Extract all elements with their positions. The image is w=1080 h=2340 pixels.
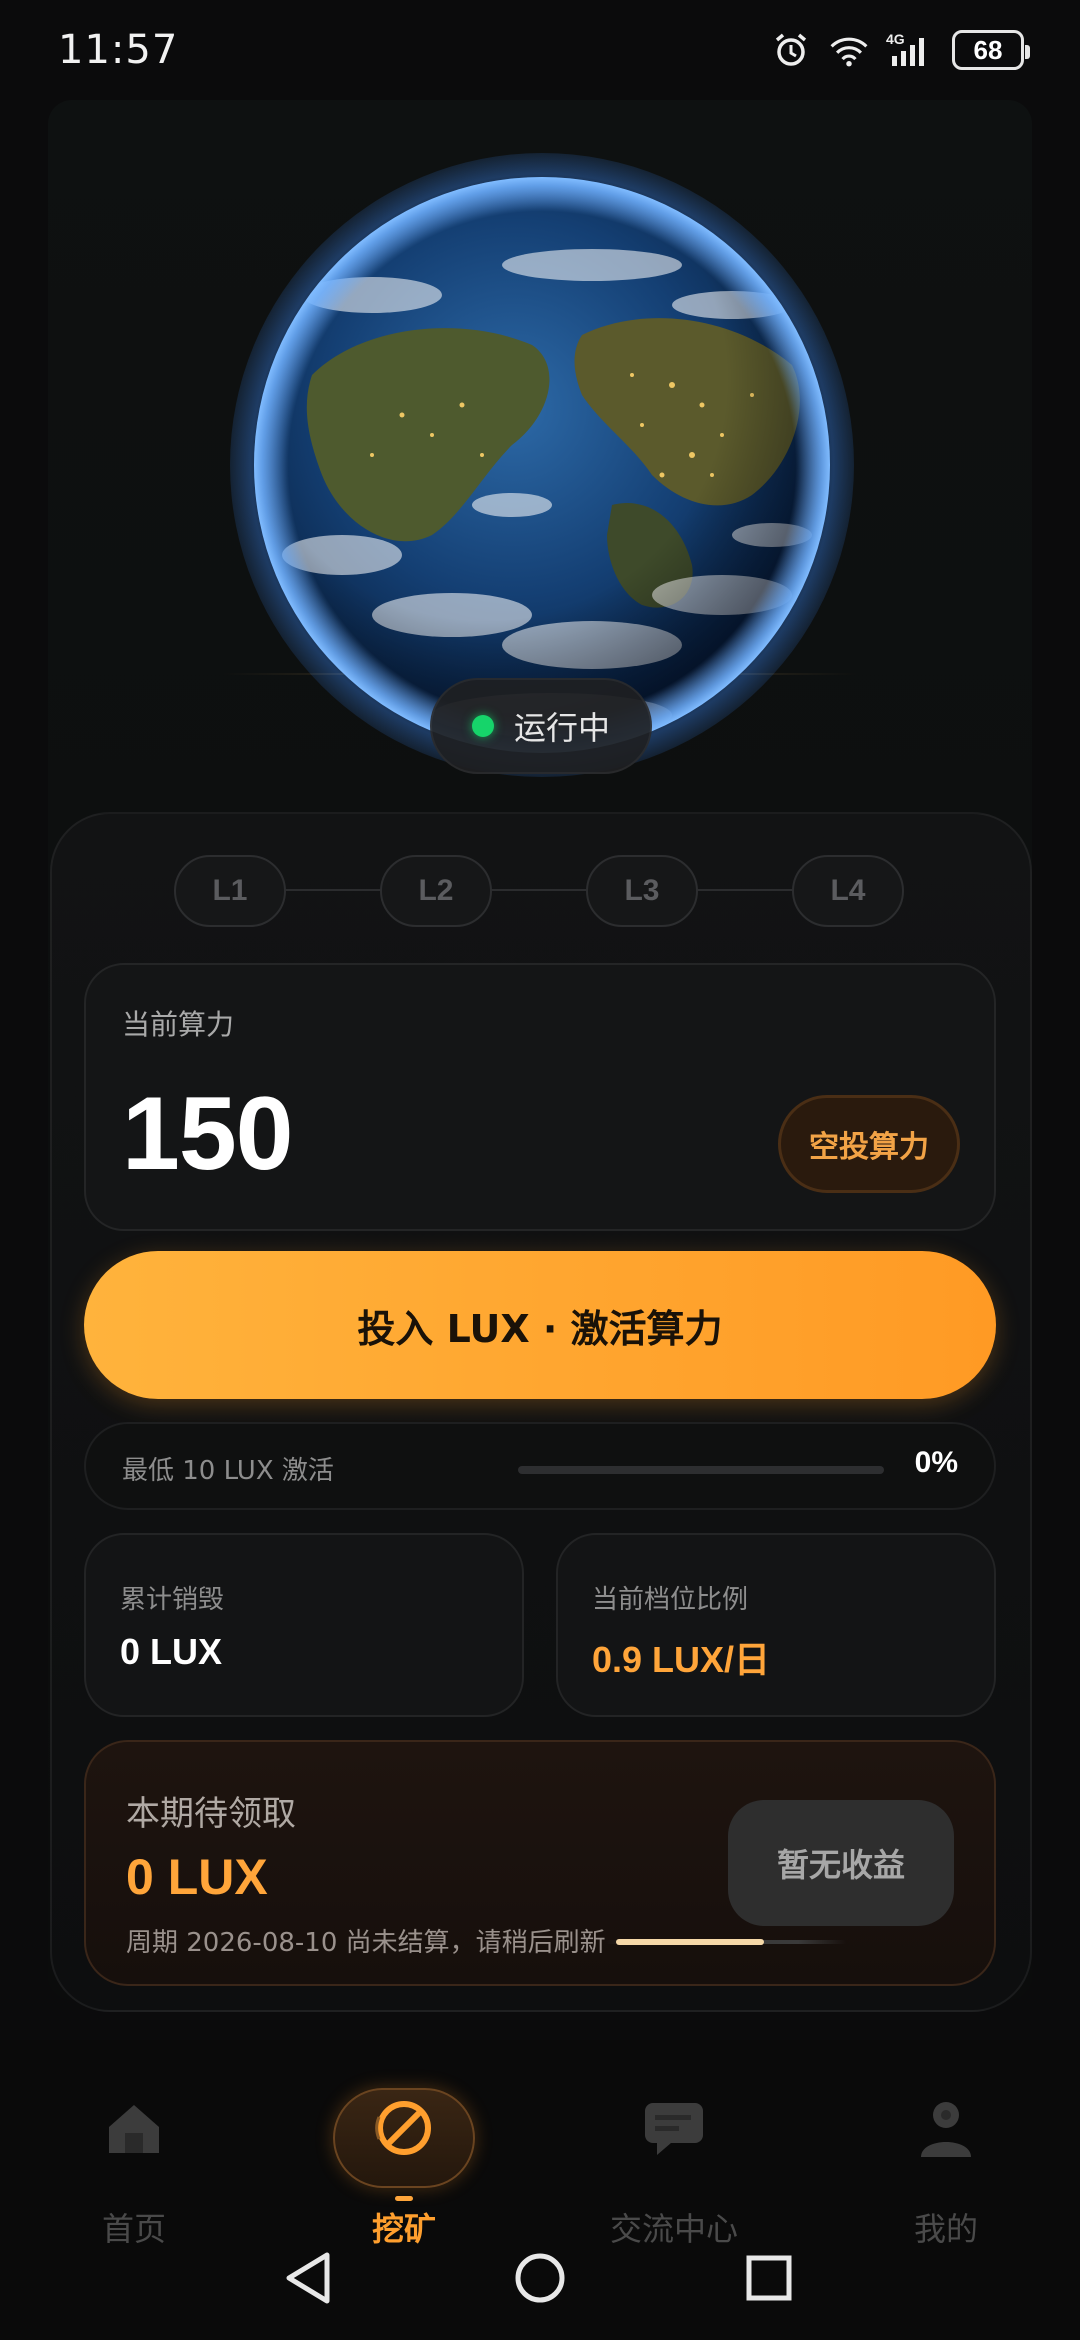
burned-total-label: 累计销毁 xyxy=(120,1585,225,1615)
level-selector: L1 L2 L3 L4 xyxy=(174,855,906,927)
airdrop-power-button[interactable]: 空投算力 xyxy=(778,1095,960,1193)
current-power-card: 当前算力 150 空投算力 xyxy=(84,963,996,1231)
alarm-icon xyxy=(770,29,812,71)
wifi-icon xyxy=(828,29,870,71)
running-status-badge: 运行中 xyxy=(430,678,652,774)
level-tab-l1[interactable]: L1 xyxy=(174,855,286,927)
reward-period-note: 周期 2026-08-10 尚未结算，请稍后刷新 xyxy=(126,1928,606,1958)
activate-power-button[interactable]: 投入 LUX · 激活算力 xyxy=(84,1251,996,1399)
reward-scroll-thumb[interactable] xyxy=(616,1939,764,1945)
tier-ratio-card: 当前档位比例 0.9 LUX/日 xyxy=(556,1533,996,1717)
level-tab-l4[interactable]: L4 xyxy=(792,855,904,927)
nav-item-home[interactable]: 首页 xyxy=(34,2070,234,2250)
pending-reward-card: 本期待领取 0 LUX 周期 2026-08-10 尚未结算，请稍后刷新 暂无收… xyxy=(84,1740,996,1986)
recents-icon[interactable] xyxy=(729,2238,809,2318)
min-activate-label: 最低 10 LUX 激活 xyxy=(122,1456,334,1486)
running-status-text: 运行中 xyxy=(513,709,610,747)
home-icon xyxy=(96,2090,172,2166)
no-income-button[interactable]: 暂无收益 xyxy=(728,1800,954,1926)
mining-icon xyxy=(366,2090,442,2166)
profile-icon xyxy=(908,2090,984,2166)
activation-progress-row: 最低 10 LUX 激活 0% xyxy=(84,1422,996,1510)
svg-text:4G: 4G xyxy=(886,31,905,47)
status-bar: 11:57 4G 68 xyxy=(0,0,1080,100)
signal-icon: 4G xyxy=(886,29,936,71)
burned-total-card: 累计销毁 0 LUX xyxy=(84,1533,524,1717)
level-tab-l2[interactable]: L2 xyxy=(380,855,492,927)
nav-item-chat[interactable]: 交流中心 xyxy=(574,2070,774,2250)
nav-item-profile[interactable]: 我的 xyxy=(846,2070,1046,2250)
back-icon[interactable] xyxy=(268,2238,348,2318)
level-tab-l3[interactable]: L3 xyxy=(586,855,698,927)
home-circle-icon[interactable] xyxy=(500,2238,580,2318)
system-navigation-bar xyxy=(0,2238,1080,2318)
tier-ratio-label: 当前档位比例 xyxy=(592,1585,749,1615)
pending-reward-value: 0 LUX xyxy=(126,1849,268,1905)
running-status-dot xyxy=(471,715,494,737)
status-icons: 4G 68 xyxy=(770,29,1030,71)
level-connector-line xyxy=(234,889,844,891)
activation-progress-bar xyxy=(518,1466,884,1474)
chat-icon xyxy=(636,2090,712,2166)
burned-total-value: 0 LUX xyxy=(120,1631,223,1672)
tier-ratio-value: 0.9 LUX/日 xyxy=(592,1639,771,1680)
battery-icon: 68 xyxy=(952,30,1030,70)
nav-item-mining[interactable]: 挖矿 xyxy=(304,2070,504,2250)
pending-reward-label: 本期待领取 xyxy=(126,1794,296,1834)
status-time: 11:57 xyxy=(58,27,179,73)
current-power-label: 当前算力 xyxy=(122,1008,235,1041)
activation-progress-percent: 0% xyxy=(914,1446,958,1479)
earth-globe-image xyxy=(230,153,854,777)
current-power-value: 150 xyxy=(122,1076,294,1192)
